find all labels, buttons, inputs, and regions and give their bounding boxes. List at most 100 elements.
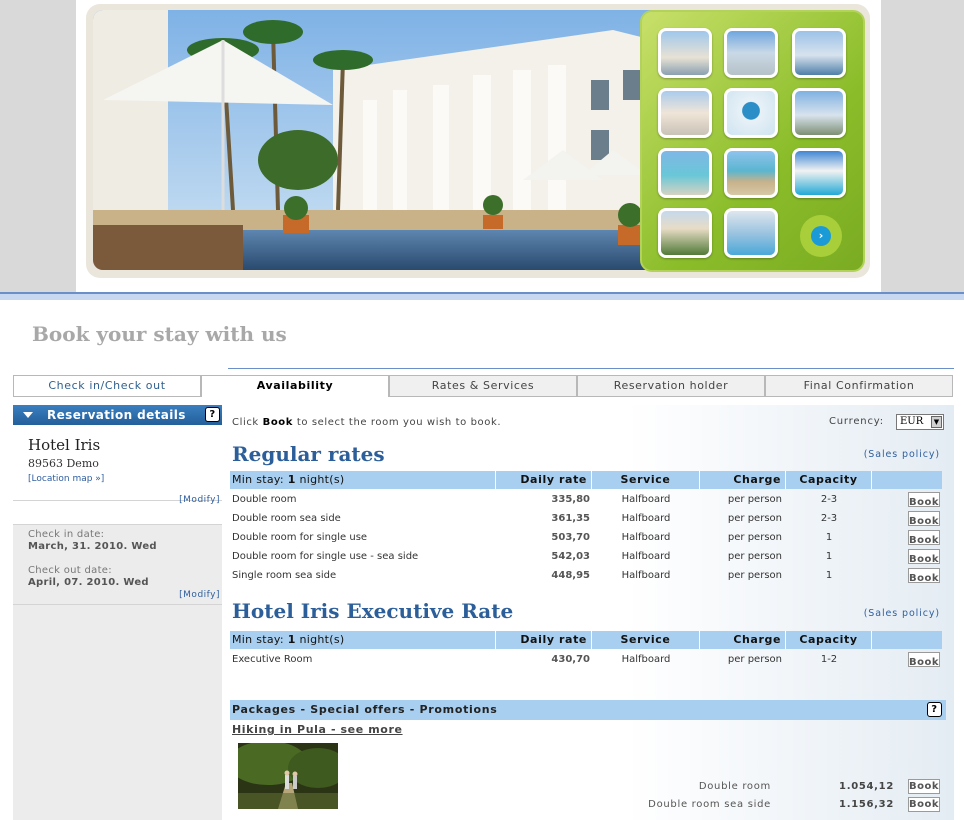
min-stay-label: Min stay: xyxy=(232,473,284,486)
gallery-thumb[interactable] xyxy=(658,28,712,78)
gallery-thumb[interactable] xyxy=(724,208,778,258)
availability-panel: Click Book to select the room you wish t… xyxy=(228,405,954,820)
book-button[interactable]: Book xyxy=(908,492,940,508)
daily-rate: 503,70 xyxy=(551,532,590,543)
capacity: 1 xyxy=(825,532,833,543)
capacity: 1-2 xyxy=(820,654,838,665)
book-button[interactable]: Book xyxy=(908,779,940,794)
modify-dates-link[interactable]: [Modify] xyxy=(179,590,220,600)
gallery-thumb[interactable] xyxy=(724,88,778,138)
package-link[interactable]: Hiking in Pula - see more xyxy=(232,723,403,736)
tab-final-confirmation[interactable]: Final Confirmation xyxy=(765,375,953,397)
divider xyxy=(228,368,954,369)
book-button[interactable]: Book xyxy=(908,652,940,668)
gallery-thumb[interactable] xyxy=(724,148,778,198)
min-stay-header: Min stay: 1 night(s) xyxy=(230,471,496,489)
location-map-link[interactable]: [Location map »] xyxy=(28,474,104,484)
package-room: Double room xyxy=(698,781,771,792)
daily-rate-header: Daily rate xyxy=(496,471,592,489)
dates-block: Check in date: March, 31. 2010. Wed Chec… xyxy=(13,525,222,605)
charge-header: Charge xyxy=(700,631,786,649)
intro-post: to select the room you wish to book. xyxy=(296,417,502,428)
executive-rates-header: Min stay: 1 night(s) Daily rate Service … xyxy=(230,631,942,649)
help-icon[interactable]: ? xyxy=(927,702,942,717)
capacity: 2-3 xyxy=(820,494,838,505)
table-row: Double room for single use 503,70 Halfbo… xyxy=(230,528,942,547)
tab-rates-services[interactable]: Rates & Services xyxy=(389,375,577,397)
package-room: Double room sea side xyxy=(648,799,771,810)
checkout-date: April, 07. 2010. Wed xyxy=(28,577,149,588)
booking-steps-tabs: Check in/Check out Availability Rates & … xyxy=(13,375,953,397)
collapse-triangle-icon xyxy=(23,412,33,418)
gallery-thumb[interactable] xyxy=(658,88,712,138)
service: Halfboard xyxy=(621,654,671,665)
room-name: Double room for single use xyxy=(232,532,368,543)
daily-rate: 361,35 xyxy=(551,513,590,524)
capacity-header: Capacity xyxy=(786,631,872,649)
intro-text: Click Book to select the room you wish t… xyxy=(232,417,501,428)
table-row: Double room for single use - sea side 54… xyxy=(230,547,942,566)
tab-availability[interactable]: Availability xyxy=(201,375,389,397)
charge: per person xyxy=(727,551,782,562)
checkout-label: Check out date: xyxy=(28,565,112,576)
book-button[interactable]: Book xyxy=(908,530,940,546)
gallery-thumb[interactable] xyxy=(658,208,712,258)
min-stay-num: 1 xyxy=(287,473,296,486)
room-name: Double room for single use - sea side xyxy=(232,551,419,562)
book-button[interactable]: Book xyxy=(908,797,940,812)
package-price: 1.054,12 xyxy=(839,781,894,792)
gallery-thumb[interactable] xyxy=(724,28,778,78)
book-button[interactable]: Book xyxy=(908,511,940,527)
charge: per person xyxy=(727,570,782,581)
min-stay-unit: night(s) xyxy=(299,633,345,646)
tab-checkin-checkout[interactable]: Check in/Check out xyxy=(13,375,201,397)
capacity: 1 xyxy=(825,570,833,581)
regular-rates-header: Min stay: 1 night(s) Daily rate Service … xyxy=(230,471,942,489)
tab-reservation-holder[interactable]: Reservation holder xyxy=(577,375,765,397)
chevron-down-icon: ▼ xyxy=(931,416,942,428)
charge: per person xyxy=(727,494,782,505)
service-header: Service xyxy=(592,471,700,489)
daily-rate-header: Daily rate xyxy=(496,631,592,649)
room-name: Double room xyxy=(232,494,297,505)
package-price: 1.156,32 xyxy=(839,799,894,810)
gallery-thumb[interactable] xyxy=(792,148,846,198)
room-name: Executive Room xyxy=(232,654,313,665)
table-row: Single room sea side 448,95 Halfboard pe… xyxy=(230,566,942,585)
gallery-thumb[interactable] xyxy=(792,28,846,78)
gallery-thumb[interactable] xyxy=(792,88,846,138)
min-stay-num: 1 xyxy=(287,633,296,646)
sales-policy-link[interactable]: (Sales policy) xyxy=(864,608,940,619)
book-button[interactable]: Book xyxy=(908,568,940,584)
currency-select[interactable]: EUR ▼ xyxy=(896,414,944,430)
checkin-label: Check in date: xyxy=(28,529,105,540)
room-name: Single room sea side xyxy=(232,570,337,581)
capacity: 2-3 xyxy=(820,513,838,524)
modify-hotel-link[interactable]: [Modify] xyxy=(179,495,220,505)
hotel-modify-row: [Modify] xyxy=(13,495,222,525)
daily-rate: 542,03 xyxy=(551,551,590,562)
page-title: Book your stay with us xyxy=(32,322,287,346)
service: Halfboard xyxy=(621,570,671,581)
service: Halfboard xyxy=(621,494,671,505)
gallery-thumb[interactable] xyxy=(658,148,712,198)
hotel-address: 89563 Demo xyxy=(28,457,99,470)
intro-bold: Book xyxy=(262,417,294,428)
service: Halfboard xyxy=(621,513,671,524)
sales-policy-link[interactable]: (Sales policy) xyxy=(864,449,940,460)
executive-rate-title: Hotel Iris Executive Rate xyxy=(232,599,514,623)
packages-header: Packages - Special offers - Promotions ? xyxy=(230,700,946,720)
book-button[interactable]: Book xyxy=(908,549,940,565)
sidebar-title: Reservation details xyxy=(47,408,186,422)
gallery-next-button[interactable]: › xyxy=(800,215,842,257)
capacity: 1 xyxy=(825,551,833,562)
service: Halfboard xyxy=(621,551,671,562)
divider xyxy=(0,294,964,300)
charge: per person xyxy=(727,532,782,543)
min-stay-label: Min stay: xyxy=(232,633,284,646)
header-banner: › xyxy=(0,0,964,298)
sidebar-header[interactable]: Reservation details ? xyxy=(13,405,222,425)
currency-label: Currency: xyxy=(829,416,884,427)
help-icon[interactable]: ? xyxy=(205,407,220,422)
capacity-header: Capacity xyxy=(786,471,872,489)
